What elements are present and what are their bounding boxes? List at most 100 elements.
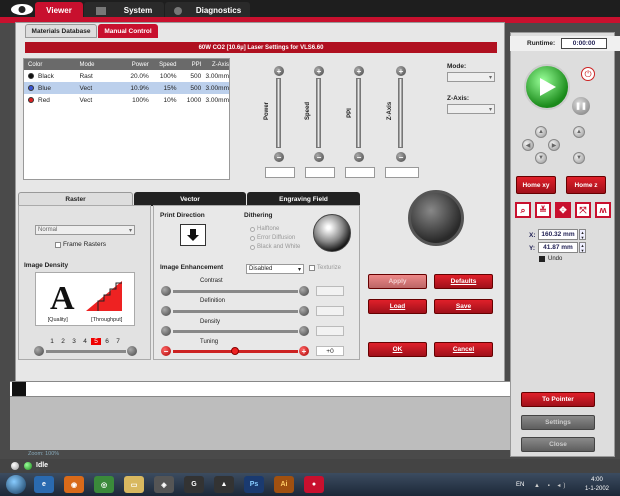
jog-down-button[interactable]: ▼	[535, 152, 547, 164]
pointer-mode-icon[interactable]: ✥	[555, 202, 571, 218]
tab-materials-database[interactable]: Materials Database	[25, 24, 97, 38]
definition-slider[interactable]	[173, 310, 298, 313]
apply-button[interactable]: Apply	[368, 274, 427, 289]
dither-halftone-radio[interactable]: Halftone	[250, 226, 279, 232]
density-level-2[interactable]: 2	[58, 338, 68, 345]
dither-black-white-radio[interactable]: Black and White	[250, 244, 300, 250]
table-row[interactable]: Blue Vect 10.9% 15% 500 3.00mm	[24, 82, 229, 94]
chrome-icon[interactable]: ◎	[94, 476, 114, 493]
ppi-increase-button[interactable]: +	[354, 66, 364, 76]
power-slider[interactable]	[276, 78, 281, 148]
load-button[interactable]: Load	[368, 299, 427, 314]
play-button[interactable]	[524, 64, 570, 110]
mode-select[interactable]: ▾	[447, 72, 495, 82]
app-icon[interactable]: ◈	[154, 476, 174, 493]
inkscape-icon[interactable]: ▲	[214, 476, 234, 493]
ppi-value-field[interactable]	[345, 167, 375, 178]
z-up-button[interactable]: ▲	[573, 126, 585, 138]
ppi-slider[interactable]	[356, 78, 361, 148]
tuning-increase-button[interactable]: +	[299, 346, 309, 356]
y-position-field[interactable]: 41.87 mm	[538, 242, 578, 253]
settings-button[interactable]: Settings	[521, 415, 595, 430]
table-row[interactable]: Black Rast 20.0% 100% 500 3.00mm	[24, 70, 229, 82]
language-indicator[interactable]: EN	[516, 482, 524, 488]
table-row[interactable]: Red Vect 100% 10% 1000 3.00mm	[24, 94, 229, 106]
pause-button[interactable]: ❚❚	[572, 97, 590, 115]
zaxis-select[interactable]: ▾	[447, 104, 495, 114]
dither-error-diffusion-radio[interactable]: Error Diffusion	[250, 235, 295, 241]
density-increase-button[interactable]	[127, 346, 137, 356]
photoshop-icon[interactable]: Ps	[244, 476, 264, 493]
contrast-value[interactable]	[316, 286, 344, 296]
density-level-1[interactable]: 1	[47, 338, 57, 345]
density-enh-slider[interactable]	[173, 330, 298, 333]
y-stepper[interactable]: ▲ ▼	[579, 242, 586, 253]
jog-right-button[interactable]: ▶	[548, 139, 560, 151]
tab-engraving-field[interactable]: Engraving Field	[247, 192, 360, 206]
tuning-value[interactable]: +0	[316, 346, 344, 356]
laser-app-icon[interactable]: ●	[304, 476, 324, 493]
tuning-decrease-button[interactable]: −	[161, 346, 171, 356]
density-decrease-button[interactable]	[34, 346, 44, 356]
tab-raster[interactable]: Raster	[18, 192, 133, 206]
power-value-field[interactable]	[265, 167, 295, 178]
close-button[interactable]: Close	[521, 437, 595, 452]
zaxis-decrease-button[interactable]: −	[396, 152, 406, 162]
tuning-slider-thumb[interactable]	[231, 347, 239, 355]
zoom-icon[interactable]: ⌕	[515, 202, 531, 218]
texturize-checkbox[interactable]: Texturize	[309, 265, 341, 271]
illustrator-icon[interactable]: Ai	[274, 476, 294, 493]
ok-button[interactable]: OK	[368, 342, 427, 357]
density-level-4[interactable]: 4	[80, 338, 90, 345]
enhancement-select[interactable]: Disabled ▾	[246, 264, 304, 274]
definition-decrease-button[interactable]	[161, 306, 171, 316]
home-z-button[interactable]: Home z	[566, 176, 606, 194]
ie-icon[interactable]: e	[34, 476, 54, 493]
pattern-icon[interactable]: ʍ	[595, 202, 611, 218]
knob-icon[interactable]	[408, 190, 464, 246]
cancel-button[interactable]: Cancel	[434, 342, 493, 357]
layers-icon[interactable]: ≚	[535, 202, 551, 218]
start-button[interactable]	[6, 475, 26, 494]
move-icon[interactable]: ⤧	[575, 202, 591, 218]
speed-decrease-button[interactable]: −	[314, 152, 324, 162]
viewer-canvas[interactable]	[10, 397, 510, 450]
speed-slider[interactable]	[316, 78, 321, 148]
x-position-field[interactable]: 160.32 mm	[538, 229, 578, 240]
zaxis-increase-button[interactable]: +	[396, 66, 406, 76]
frame-rasters-checkbox[interactable]: Frame Rasters	[55, 241, 106, 248]
speed-increase-button[interactable]: +	[314, 66, 324, 76]
x-stepper[interactable]: ▲ ▼	[579, 229, 586, 240]
power-increase-button[interactable]: +	[274, 66, 284, 76]
defaults-button[interactable]: Defaults	[434, 274, 493, 289]
jog-up-button[interactable]: ▲	[535, 126, 547, 138]
contrast-increase-button[interactable]	[299, 286, 309, 296]
jog-left-button[interactable]: ◀	[522, 139, 534, 151]
firefox-icon[interactable]: ◉	[64, 476, 84, 493]
density-enh-increase-button[interactable]	[299, 326, 309, 336]
contrast-decrease-button[interactable]	[161, 286, 171, 296]
tab-manual-control[interactable]: Manual Control	[98, 24, 158, 38]
power-decrease-button[interactable]: −	[274, 152, 284, 162]
definition-value[interactable]	[316, 306, 344, 316]
power-off-button[interactable]: ⏻	[581, 67, 595, 81]
tab-vector[interactable]: Vector	[134, 192, 246, 206]
print-direction-button[interactable]	[180, 224, 206, 246]
speed-value-field[interactable]	[305, 167, 335, 178]
zaxis-slider[interactable]	[398, 78, 403, 148]
raster-mode-select[interactable]: Normal ▾	[35, 225, 135, 235]
definition-increase-button[interactable]	[299, 306, 309, 316]
app-g-icon[interactable]: G	[184, 476, 204, 493]
ppi-decrease-button[interactable]: −	[354, 152, 364, 162]
to-pointer-button[interactable]: To Pointer	[521, 392, 595, 407]
contrast-slider[interactable]	[173, 290, 298, 293]
density-level-6[interactable]: 6	[102, 338, 112, 345]
save-button[interactable]: Save	[434, 299, 493, 314]
density-slider[interactable]	[46, 350, 126, 353]
density-level-7[interactable]: 7	[113, 338, 123, 345]
zaxis-value-field[interactable]	[385, 167, 419, 178]
density-level-3[interactable]: 3	[69, 338, 79, 345]
undo-button[interactable]: Undo	[539, 256, 562, 262]
z-down-button[interactable]: ▼	[573, 152, 585, 164]
density-enh-decrease-button[interactable]	[161, 326, 171, 336]
